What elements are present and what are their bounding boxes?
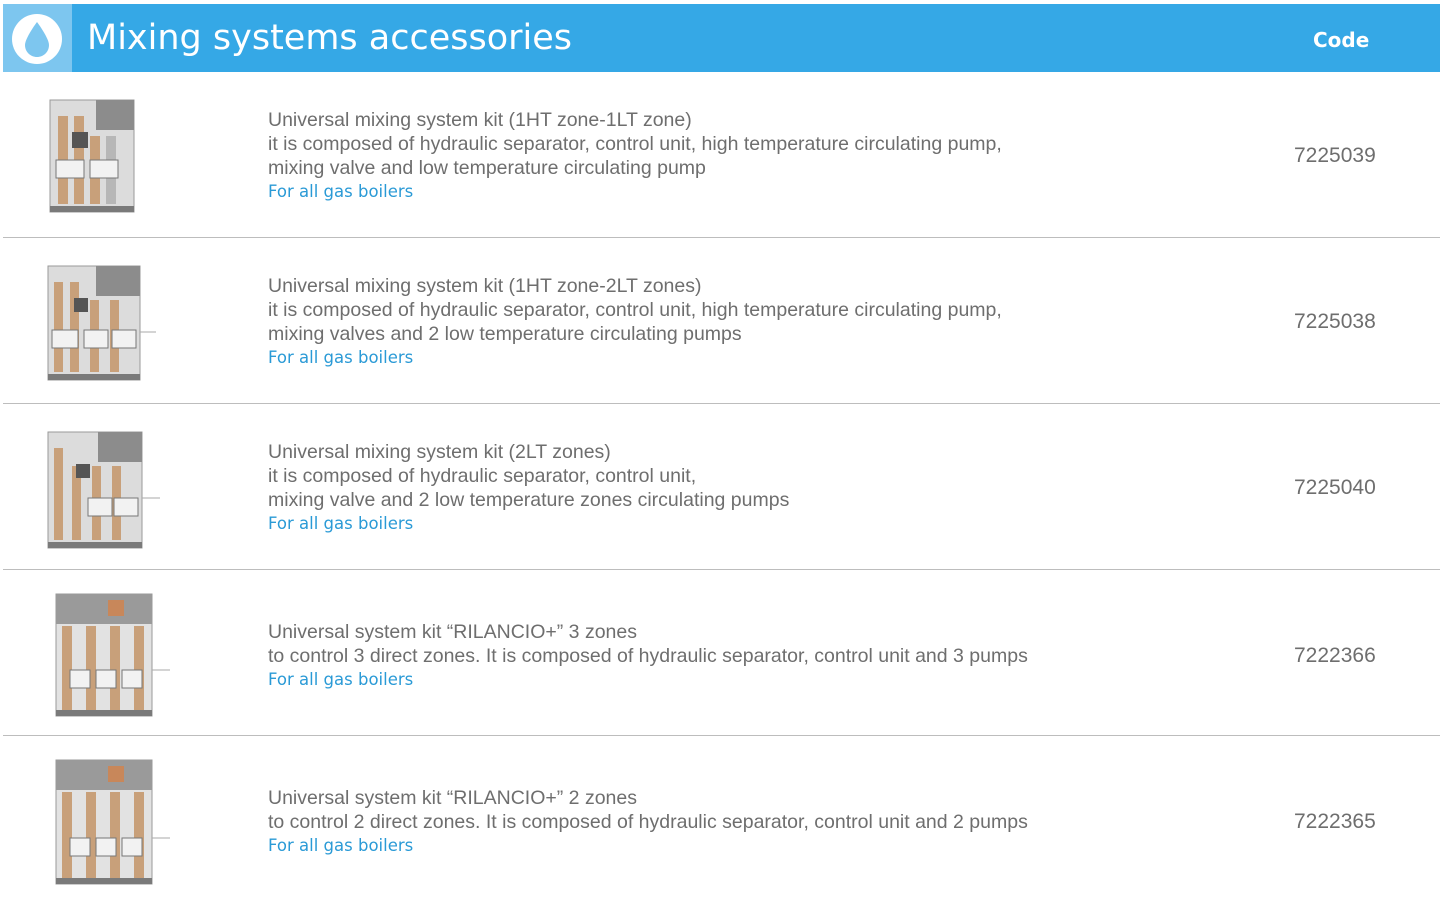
compatibility-note: For all gas boilers (268, 348, 414, 367)
product-code: 7225038 (1294, 310, 1376, 333)
mixing-kit-1ht-2lt-image (47, 265, 156, 381)
product-name: Universal mixing system kit (2LT zones) (268, 441, 611, 463)
product-description-line: to control 2 direct zones. It is compose… (268, 811, 1028, 833)
product-description: Universal system kit “RILANCIO+” 2 zones… (268, 786, 1028, 858)
compatibility-note: For all gas boilers (268, 514, 414, 533)
product-name: Universal mixing system kit (1HT zone-2L… (268, 275, 702, 297)
product-description-line: to control 3 direct zones. It is compose… (268, 645, 1028, 667)
product-description: Universal mixing system kit (2LT zones) … (268, 440, 789, 536)
product-row: Universal system kit “RILANCIO+” 2 zones… (0, 736, 1446, 902)
product-description-line: mixing valve and 2 low temperature zones… (268, 489, 790, 511)
product-code: 7222365 (1294, 810, 1376, 833)
product-description-line: it is composed of hydraulic separator, c… (268, 465, 697, 487)
mixing-kit-1ht-1lt-image (49, 99, 135, 213)
product-name: Universal system kit “RILANCIO+” 2 zones (268, 787, 637, 809)
compatibility-note: For all gas boilers (268, 836, 414, 855)
product-row: Universal mixing system kit (2LT zones) … (0, 404, 1446, 570)
product-row: Universal system kit “RILANCIO+” 3 zones… (0, 570, 1446, 736)
product-description-line: mixing valve and low temperature circula… (268, 157, 706, 179)
product-description: Universal system kit “RILANCIO+” 3 zones… (268, 620, 1028, 692)
mixing-kit-2lt-image (47, 431, 160, 549)
product-description-line: mixing valves and 2 low temperature circ… (268, 323, 742, 345)
product-description: Universal mixing system kit (1HT zone-1L… (268, 108, 1002, 204)
product-row: Universal mixing system kit (1HT zone-1L… (0, 72, 1446, 238)
rilancio-2-zones-image (55, 759, 170, 885)
section-header: Mixing systems accessories Code (3, 4, 1440, 72)
rilancio-3-zones-image (55, 593, 170, 717)
compatibility-note: For all gas boilers (268, 182, 414, 201)
code-column-label: Code (1313, 28, 1370, 52)
compatibility-note: For all gas boilers (268, 670, 414, 689)
product-code: 7225039 (1294, 144, 1376, 167)
product-name: Universal mixing system kit (1HT zone-1L… (268, 109, 692, 131)
product-name: Universal system kit “RILANCIO+” 3 zones (268, 621, 637, 643)
product-row: Universal mixing system kit (1HT zone-2L… (0, 238, 1446, 404)
product-description: Universal mixing system kit (1HT zone-2L… (268, 274, 1002, 370)
page-title: Mixing systems accessories (87, 18, 573, 58)
product-code: 7222366 (1294, 644, 1376, 667)
product-code: 7225040 (1294, 476, 1376, 499)
product-description-line: it is composed of hydraulic separator, c… (268, 133, 1002, 155)
product-description-line: it is composed of hydraulic separator, c… (268, 299, 1002, 321)
water-drop-icon (25, 22, 49, 57)
header-icon-box (3, 4, 72, 72)
